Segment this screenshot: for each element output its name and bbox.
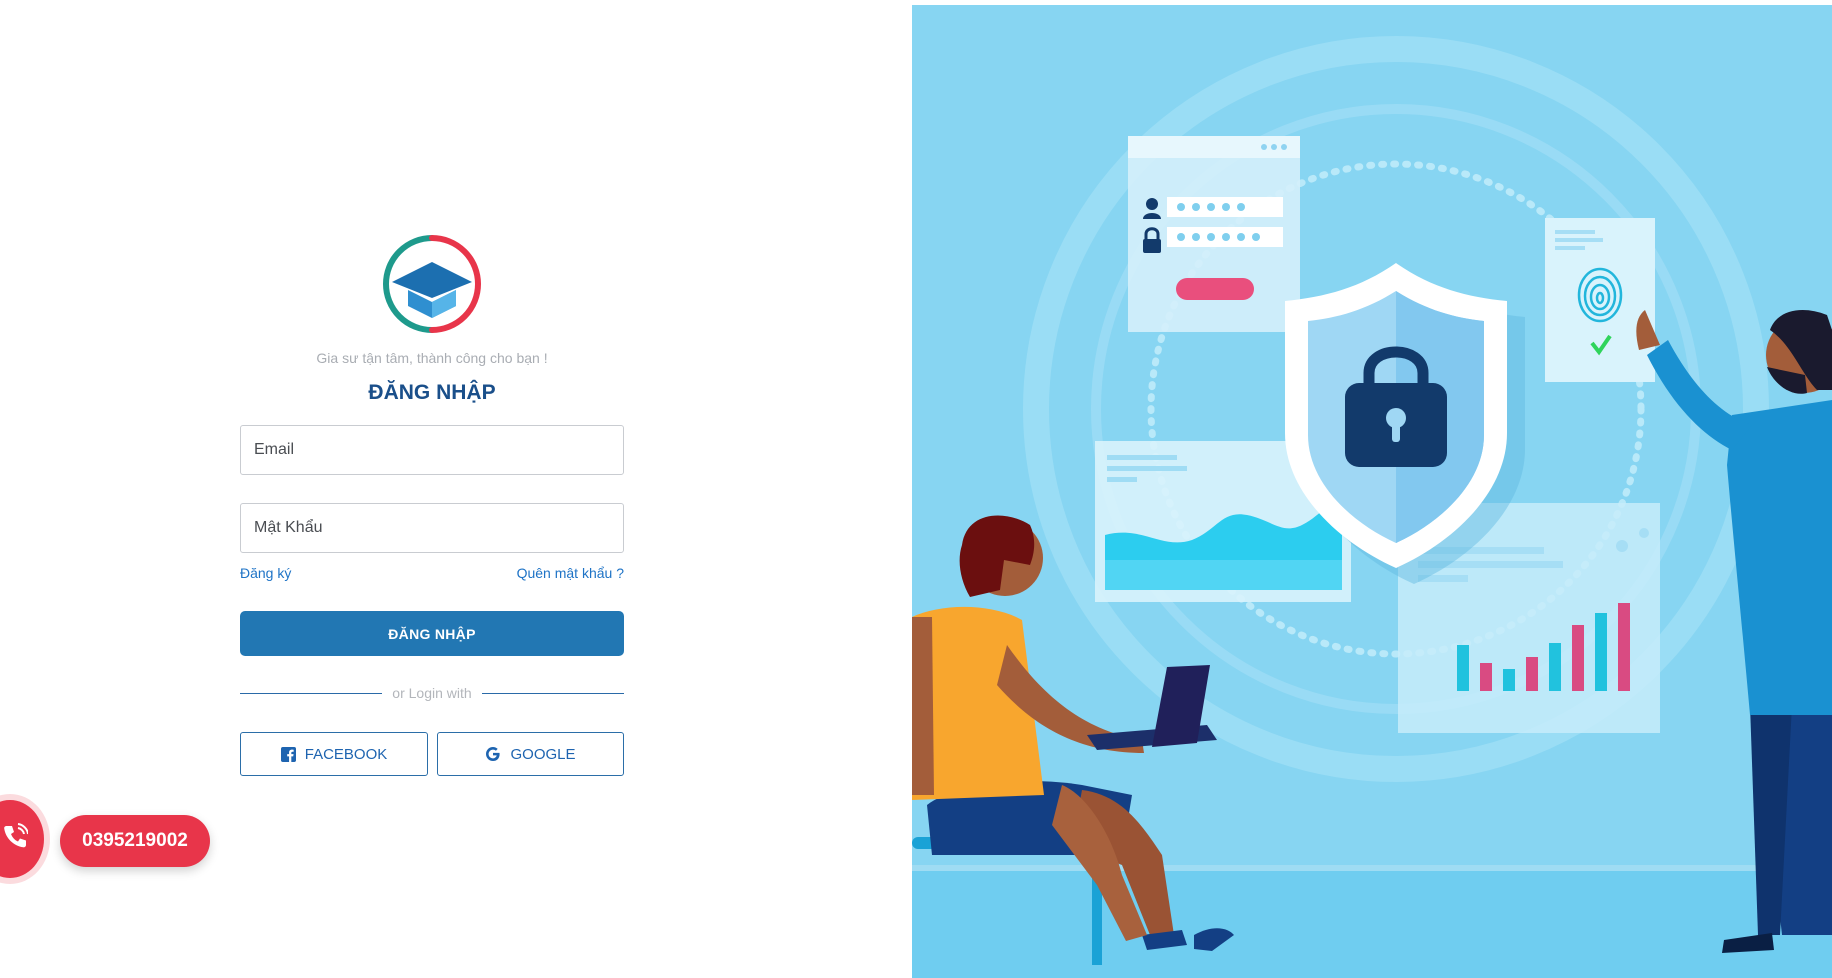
page-title: ĐĂNG NHẬP [368, 381, 496, 404]
brand-tagline: Gia sư tận tâm, thành công cho bạn ! [316, 350, 548, 366]
phone-icon [4, 823, 28, 848]
login-card-graphic [1128, 136, 1300, 332]
facebook-login-button[interactable]: FACEBOOK [240, 732, 428, 776]
divider-left [240, 693, 382, 694]
google-login-button[interactable]: GOOGLE [437, 732, 624, 776]
fingerprint-card [1545, 218, 1655, 382]
phone-number-badge[interactable]: 0395219002 [60, 815, 210, 867]
google-label: GOOGLE [510, 745, 576, 763]
divider-right [482, 693, 624, 694]
email-field[interactable] [240, 425, 624, 475]
illustration-art [912, 36, 1832, 978]
login-button[interactable]: ĐĂNG NHẬP [240, 611, 624, 656]
facebook-icon [280, 746, 296, 762]
security-illustration [912, 5, 1832, 978]
facebook-label: FACEBOOK [304, 745, 388, 763]
google-icon [486, 747, 501, 761]
brand-logo [383, 235, 481, 333]
password-field[interactable] [240, 503, 624, 553]
divider-text: or Login with [392, 685, 472, 701]
forgot-password-link[interactable]: Quên mật khẩu ? [517, 565, 624, 581]
register-link[interactable]: Đăng ký [240, 565, 291, 581]
